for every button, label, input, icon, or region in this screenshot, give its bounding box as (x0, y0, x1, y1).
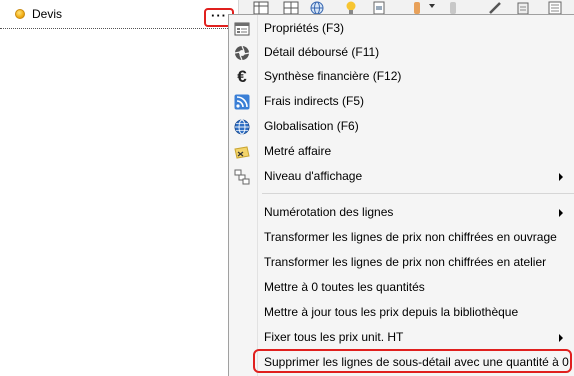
menu-item-label: Mettre à jour tous les prix depuis la bi… (264, 305, 519, 319)
menu-item-label: Globalisation (F6) (264, 119, 359, 133)
context-menu: Propriétés (F3) Détail déboursé (F11) € … (228, 14, 574, 376)
toolbar-clipboard-icon[interactable] (515, 1, 531, 15)
menu-item-maj-prix[interactable]: Mettre à jour tous les prix depuis la bi… (229, 301, 574, 325)
menu-item-label: Niveau d'affichage (264, 169, 363, 183)
menu-item-niveau-affichage[interactable]: Niveau d'affichage (229, 165, 574, 189)
menu-item-frais-indirects[interactable]: Frais indirects (F5) (229, 90, 574, 114)
menu-item-detail-debourse[interactable]: Détail déboursé (F11) (229, 41, 574, 65)
menu-item-numerotation[interactable]: Numérotation des lignes (229, 201, 574, 225)
euro-icon: € (237, 67, 247, 86)
globe-icon (234, 119, 250, 135)
menu-separator (262, 193, 574, 194)
menu-item-mettre-a-zero[interactable]: Mettre à 0 toutes les quantités (229, 276, 574, 300)
submenu-arrow-icon (559, 173, 563, 181)
toolbar-grid-icon[interactable] (253, 1, 269, 15)
menu-item-label: Frais indirects (F5) (264, 94, 365, 108)
menu-item-transformer-atelier[interactable]: Transformer les lignes de prix non chiff… (229, 251, 574, 275)
ruler-icon (234, 146, 250, 159)
menu-item-label: Mettre à 0 toutes les quantités (264, 280, 425, 294)
menu-item-label: Fixer tous les prix unit. HT (264, 330, 404, 344)
menu-item-label: Synthèse financière (F12) (264, 69, 402, 83)
tree-node-label: Devis (32, 7, 63, 21)
highlight-annotation (253, 349, 572, 373)
toolbar-doc-icon[interactable] (371, 1, 387, 15)
menu-item-label: Détail déboursé (F11) (264, 45, 380, 59)
menu-item-proprietes[interactable]: Propriétés (F3) (229, 17, 574, 41)
menu-item-label: Metré affaire (264, 144, 332, 158)
toolbar-stamp-icon[interactable] (445, 1, 461, 15)
toolbar-list-icon[interactable] (547, 1, 563, 15)
properties-icon (234, 22, 250, 36)
toolbar-hand-icon[interactable] (409, 1, 425, 15)
toolbar-globe-icon[interactable] (309, 1, 325, 15)
menu-item-fixer-prix[interactable]: Fixer tous les prix unit. HT (229, 326, 574, 350)
submenu-arrow-icon (559, 334, 563, 342)
menu-item-globalisation[interactable]: Globalisation (F6) (229, 115, 574, 139)
status-dot-icon (15, 9, 25, 19)
toolbar-table-icon[interactable] (283, 1, 299, 15)
menu-item-label: Propriétés (F3) (264, 21, 345, 35)
toolbar-pencil-icon[interactable] (487, 1, 503, 15)
aperture-icon (234, 45, 250, 61)
rss-icon (234, 94, 250, 110)
menu-item-transformer-ouvrage[interactable]: Transformer les lignes de prix non chiff… (229, 226, 574, 250)
menu-item-metre-affaire[interactable]: Metré affaire (229, 140, 574, 164)
toolbar-bulb-icon[interactable] (343, 1, 359, 15)
menu-item-label: Transformer les lignes de prix non chiff… (264, 255, 547, 269)
submenu-arrow-icon (559, 209, 563, 217)
tree-node-devis[interactable]: Devis (0, 4, 238, 24)
toolbar-dropdown-icon[interactable] (429, 4, 435, 8)
tree-panel: Devis (0, 0, 240, 376)
tree-divider (0, 28, 232, 29)
menu-item-label: Numérotation des lignes (264, 205, 394, 219)
menu-item-synthese-financiere[interactable]: € Synthèse financière (F12) (229, 65, 574, 89)
levels-icon (234, 169, 250, 185)
menu-item-label: Transformer les lignes de prix non chiff… (264, 230, 557, 244)
